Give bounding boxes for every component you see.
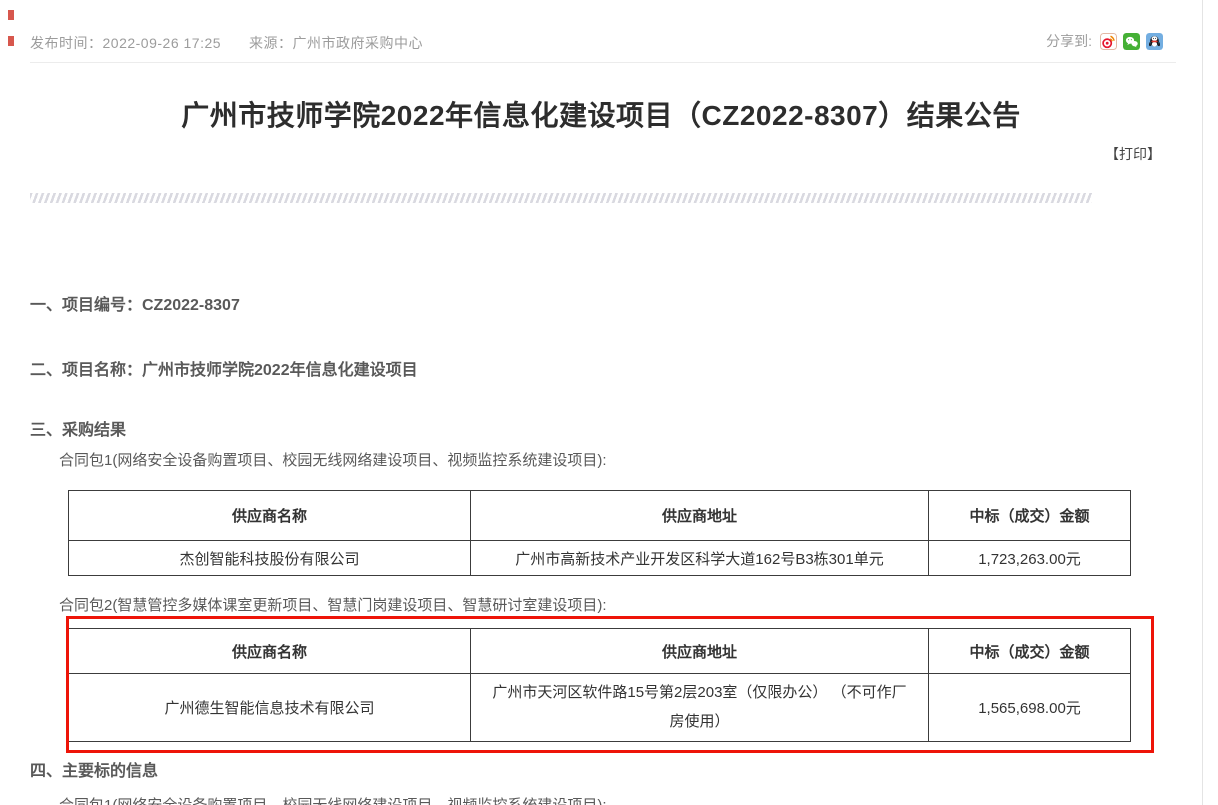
source-value: 广州市政府采购中心 bbox=[293, 35, 424, 51]
table-header-row: 供应商名称 供应商地址 中标（成交）金额 bbox=[69, 491, 1131, 541]
table-row: 杰创智能科技股份有限公司 广州市高新技术产业开发区科学大道162号B3栋301单… bbox=[69, 541, 1131, 576]
hatched-separator bbox=[30, 193, 1092, 203]
header-divider bbox=[30, 62, 1176, 63]
publish-meta: 发布时间：2022-09-26 17:25 来源：广州市政府采购中心 bbox=[30, 33, 423, 53]
clipped-package-line: 合同包1(网络安全设备购置项目、校园无线网络建设项目、视频监控系统建设项目): bbox=[59, 794, 607, 805]
table-row: 广州德生智能信息技术有限公司 广州市天河区软件路15号第2层203室（仅限办公）… bbox=[69, 674, 1131, 742]
header-supplier-address: 供应商地址 bbox=[471, 491, 929, 541]
award-amount-cell: 1,565,698.00元 bbox=[929, 674, 1131, 742]
package2-intro: 合同包2(智慧管控多媒体课室更新项目、智慧门岗建设项目、智慧研讨室建设项目): bbox=[59, 594, 607, 615]
red-artifact bbox=[8, 10, 14, 20]
section-project-name: 二、项目名称：广州市技师学院2022年信息化建设项目 bbox=[30, 356, 418, 380]
announcement-page: 发布时间：2022-09-26 17:25 来源：广州市政府采购中心 分享到: bbox=[0, 0, 1218, 805]
result-table-package2: 供应商名称 供应商地址 中标（成交）金额 广州德生智能信息技术有限公司 广州市天… bbox=[68, 628, 1131, 742]
supplier-name-cell: 杰创智能科技股份有限公司 bbox=[69, 541, 471, 576]
result-table-package1: 供应商名称 供应商地址 中标（成交）金额 杰创智能科技股份有限公司 广州市高新技… bbox=[68, 490, 1131, 576]
table-header-row: 供应商名称 供应商地址 中标（成交）金额 bbox=[69, 629, 1131, 674]
qq-share-icon[interactable] bbox=[1146, 33, 1163, 50]
print-button[interactable]: 【打印】 bbox=[1105, 144, 1161, 164]
section-project-number: 一、项目编号：CZ2022-8307 bbox=[30, 291, 240, 315]
header-award-amount: 中标（成交）金额 bbox=[929, 491, 1131, 541]
content-right-border bbox=[1202, 0, 1203, 805]
weibo-share-icon[interactable] bbox=[1100, 33, 1117, 50]
publish-time-label: 发布时间： bbox=[30, 35, 103, 51]
publish-time-value: 2022-09-26 17:25 bbox=[103, 35, 222, 51]
page-title: 广州市技师学院2022年信息化建设项目（CZ2022-8307）结果公告 bbox=[0, 94, 1202, 134]
header-supplier-name: 供应商名称 bbox=[69, 629, 471, 674]
supplier-address-cell: 广州市天河区软件路15号第2层203室（仅限办公） （不可作厂房使用） bbox=[471, 674, 929, 742]
supplier-address-cell: 广州市高新技术产业开发区科学大道162号B3栋301单元 bbox=[471, 541, 929, 576]
header-award-amount: 中标（成交）金额 bbox=[929, 629, 1131, 674]
section-main-subject-info: 四、主要标的信息 bbox=[30, 757, 158, 781]
red-artifact bbox=[8, 36, 14, 46]
source-label: 来源： bbox=[249, 35, 293, 51]
header-supplier-address: 供应商地址 bbox=[471, 629, 929, 674]
section-procurement-result: 三、采购结果 bbox=[30, 416, 126, 440]
wechat-share-icon[interactable] bbox=[1123, 33, 1140, 50]
share-label: 分享到: bbox=[1046, 31, 1092, 51]
package1-intro: 合同包1(网络安全设备购置项目、校园无线网络建设项目、视频监控系统建设项目): bbox=[59, 449, 607, 470]
supplier-name-cell: 广州德生智能信息技术有限公司 bbox=[69, 674, 471, 742]
share-bar: 分享到: bbox=[1046, 31, 1163, 51]
header-supplier-name: 供应商名称 bbox=[69, 491, 471, 541]
award-amount-cell: 1,723,263.00元 bbox=[929, 541, 1131, 576]
